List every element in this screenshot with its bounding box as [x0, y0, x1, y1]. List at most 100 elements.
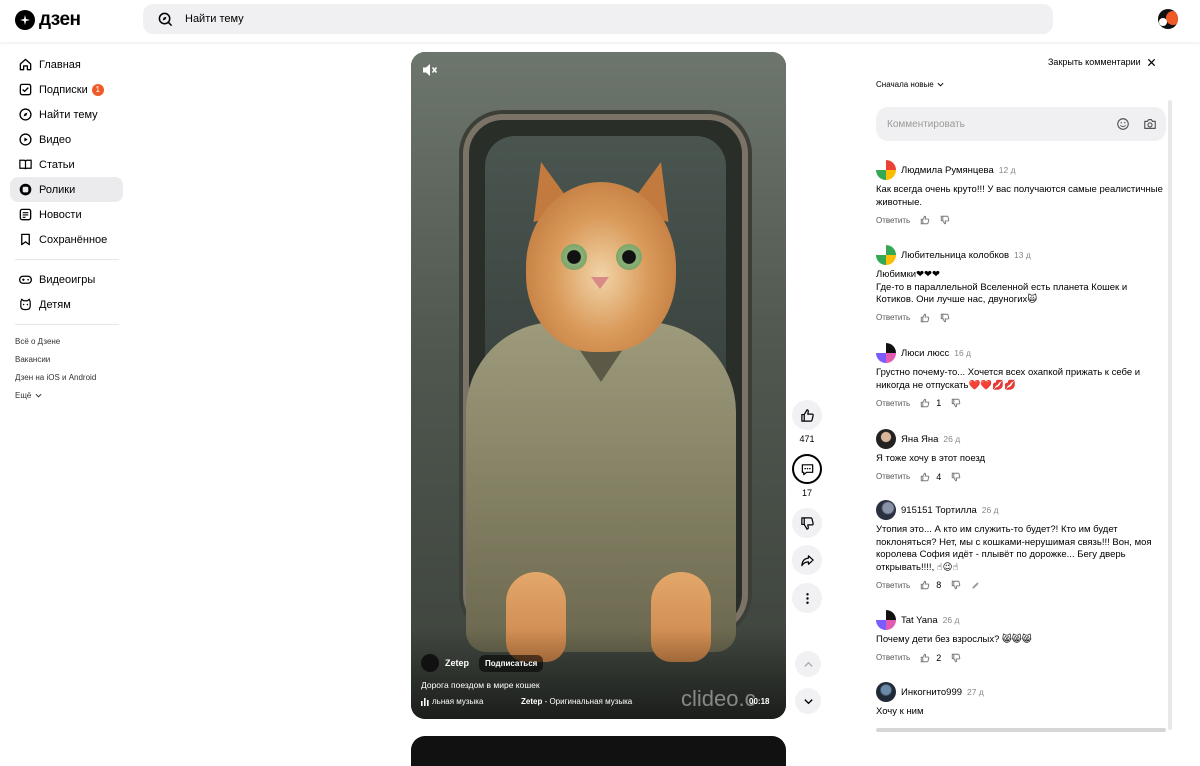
dzen-logo[interactable]: дзен — [15, 9, 81, 31]
emoji-icon[interactable] — [1116, 117, 1130, 131]
close-comments-button[interactable]: Закрыть комментарии — [1048, 57, 1156, 67]
thumbs-up-icon[interactable] — [920, 215, 930, 225]
chevron-down-icon — [803, 696, 814, 707]
commenter-avatar[interactable] — [876, 160, 896, 180]
thumbs-up-icon[interactable] — [920, 398, 930, 408]
video-duration: 00:18 — [749, 697, 770, 706]
thumbs-down-icon[interactable] — [951, 580, 961, 590]
edit-pencil-icon[interactable] — [971, 581, 980, 590]
like-button[interactable] — [792, 400, 822, 430]
commenter-name[interactable]: Любительница колобков — [901, 250, 1009, 261]
reply-button[interactable]: Ответить — [876, 581, 910, 590]
footer-link-more[interactable]: Ещё — [0, 386, 130, 404]
comment-item: Люси люсс 16 д Грустно почему-то... Хоче… — [876, 343, 1166, 408]
subscriptions-badge: 1 — [91, 83, 104, 96]
share-button[interactable] — [792, 545, 822, 575]
book-icon — [18, 157, 33, 172]
sort-dropdown[interactable]: Сначала новые — [876, 80, 944, 89]
comments-count: 17 — [801, 488, 812, 498]
camera-icon[interactable] — [1143, 117, 1157, 131]
thumbs-down-icon[interactable] — [940, 215, 950, 225]
sidebar-item-shorts[interactable]: Ролики — [10, 177, 123, 202]
commenter-avatar[interactable] — [876, 682, 896, 702]
commenter-avatar[interactable] — [876, 610, 896, 630]
comment-text: Я тоже хочу в этот поезд — [876, 453, 986, 464]
sidebar-item-label: Новости — [39, 208, 82, 221]
sidebar-item-articles[interactable]: Статьи — [10, 152, 123, 177]
commenter-avatar[interactable] — [876, 343, 896, 363]
shorts-icon — [18, 182, 33, 197]
thumbs-down-icon[interactable] — [951, 653, 961, 663]
logo-text: дзен — [39, 9, 81, 30]
thumbs-down-icon[interactable] — [940, 313, 950, 323]
sidebar-item-kids[interactable]: Детям — [10, 292, 123, 317]
comment-text: Как всегда очень круто!!! У вас получают… — [876, 184, 1163, 208]
sidebar-item-news[interactable]: Новости — [10, 202, 123, 227]
comment-time: 13 д — [1014, 250, 1031, 260]
footer-link-about[interactable]: Всё о Дзене — [0, 332, 130, 350]
next-video-preview[interactable] — [411, 736, 786, 766]
commenter-avatar[interactable] — [876, 500, 896, 520]
comments-horizontal-scrollbar[interactable] — [876, 728, 1166, 732]
share-icon — [800, 553, 815, 568]
sidebar-item-video[interactable]: Видео — [10, 127, 123, 152]
previous-video-button[interactable] — [795, 651, 821, 677]
comment-time: 26 д — [942, 615, 960, 625]
sidebar-item-label: Статьи — [39, 158, 75, 171]
footer-link-jobs[interactable]: Вакансии — [0, 350, 130, 368]
top-header: дзен Найти тему — [0, 0, 1200, 42]
search-input[interactable]: Найти тему — [185, 13, 244, 25]
commenter-avatar[interactable] — [876, 245, 896, 265]
gamepad-icon — [18, 272, 33, 287]
commenter-name[interactable]: Людмила Румянцева — [901, 165, 994, 176]
commenter-name[interactable]: Яна Яна — [901, 434, 938, 445]
sidebar-item-find-topic[interactable]: Найти тему — [10, 102, 123, 127]
reply-button[interactable]: Ответить — [876, 472, 910, 481]
reply-button[interactable]: Ответить — [876, 399, 910, 408]
music-label[interactable]: льная музыка — [421, 697, 483, 706]
search-bar[interactable]: Найти тему — [143, 4, 1053, 34]
comments-scrollbar[interactable] — [1168, 100, 1172, 730]
reply-button[interactable]: Ответить — [876, 216, 910, 225]
thumbs-down-icon[interactable] — [951, 398, 961, 408]
sidebar-item-subscriptions[interactable]: Подписки 1 — [10, 77, 123, 102]
sidebar-item-saved[interactable]: Сохранённое — [10, 227, 123, 252]
comment-time: 12 д — [998, 165, 1016, 175]
next-video-button[interactable] — [795, 688, 821, 714]
reply-button[interactable]: Ответить — [876, 653, 910, 662]
thumbs-up-icon[interactable] — [920, 472, 930, 482]
video-player[interactable]: Zetep Подписаться Дорога поездом в мире … — [411, 52, 786, 719]
mute-icon[interactable] — [422, 63, 438, 77]
comment-likes-count: 1 — [936, 398, 942, 408]
footer-link-apps[interactable]: Дзен на iOS и Android — [0, 368, 130, 386]
commenter-name[interactable]: Инкогнито999 — [901, 687, 962, 698]
commenter-name[interactable]: Люси люсс — [901, 348, 949, 359]
sidebar-item-videogames[interactable]: Видеоигры — [10, 267, 123, 292]
reply-button[interactable]: Ответить — [876, 313, 910, 322]
sidebar-divider — [15, 259, 119, 260]
thumbs-up-icon[interactable] — [920, 580, 930, 590]
comment-input[interactable]: Комментировать — [876, 107, 1166, 141]
commenter-name[interactable]: Tat Yana — [901, 615, 938, 626]
channel-avatar[interactable] — [421, 654, 439, 672]
sidebar-item-home[interactable]: Главная — [10, 52, 123, 77]
comments-button[interactable] — [792, 454, 822, 484]
thumbs-up-icon[interactable] — [920, 313, 930, 323]
sidebar-item-label: Ролики — [39, 183, 76, 196]
dislike-button[interactable] — [792, 508, 822, 538]
comment-item: 915151 Тортилла 26 д Утопия это... А кто… — [876, 500, 1166, 590]
channel-name[interactable]: Zetep — [445, 658, 469, 668]
commenter-name[interactable]: 915151 Тортилла — [901, 505, 977, 516]
comment-icon — [800, 462, 815, 477]
thumbs-down-icon[interactable] — [951, 472, 961, 482]
video-title: Дорога поездом в мире кошек — [421, 680, 540, 690]
subscribe-button[interactable]: Подписаться — [479, 654, 544, 672]
thumbs-up-icon[interactable] — [920, 653, 930, 663]
compass-icon — [18, 107, 33, 122]
more-button[interactable] — [792, 583, 822, 613]
user-avatar[interactable] — [1158, 9, 1178, 29]
music-track[interactable]: Zetep - Оригинальная музыка — [521, 697, 632, 706]
dzen-logo-icon — [15, 10, 35, 30]
news-icon — [18, 207, 33, 222]
commenter-avatar[interactable] — [876, 429, 896, 449]
